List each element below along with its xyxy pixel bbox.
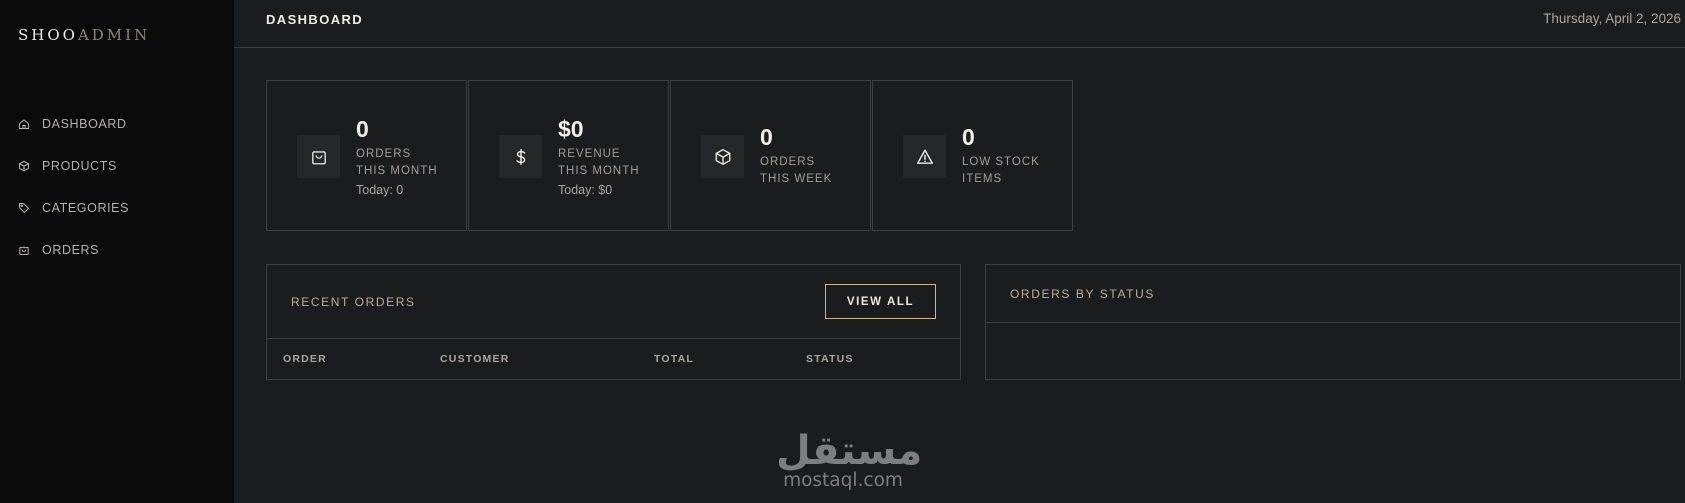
sidebar-item-products[interactable]: PRODUCTS (0, 145, 234, 187)
sidebar-item-label: ORDERS (42, 243, 100, 257)
watermark-latin: mostaql.com (783, 470, 903, 491)
sidebar-nav: DASHBOARD PRODUCTS CATEGORIES ORDERS (0, 103, 234, 271)
current-date: Thursday, April 2, 2026 (1543, 11, 1681, 26)
stat-label-line2: THIS MONTH (558, 165, 640, 177)
column-header-status[interactable]: STATUS (806, 353, 854, 365)
stat-value: 0 (962, 124, 975, 150)
stat-label: LOW STOCK ITEMS (962, 154, 1040, 188)
orders-by-status-title: ORDERS BY STATUS (1010, 287, 1155, 301)
warning-icon (916, 149, 933, 164)
stat-today: Today: 0 (356, 183, 404, 197)
stat-label-line1: LOW STOCK (962, 156, 1040, 168)
table-header-row: ORDER CUSTOMER TOTAL STATUS (267, 338, 960, 378)
stat-value: $0 (558, 116, 584, 142)
brand-logo-secondary: ADMIN (77, 26, 151, 44)
brand-logo[interactable]: SHOOADMIN (18, 26, 150, 44)
stat-label: ORDERS THIS MONTH (356, 146, 438, 180)
sidebar: SHOOADMIN DASHBOARD PRODUCTS CATEGORIES … (0, 0, 234, 503)
stat-value: 0 (760, 124, 773, 150)
stat-text: 0 LOW STOCK ITEMS (962, 122, 1040, 188)
orders-by-status-panel: ORDERS BY STATUS (985, 264, 1681, 380)
sidebar-item-label: CATEGORIES (42, 201, 130, 215)
top-bar: DASHBOARD Thursday, April 2, 2026 (234, 0, 1685, 48)
stat-card-orders-month: 0 ORDERS THIS MONTH Today: 0 (266, 80, 467, 231)
sidebar-item-categories[interactable]: CATEGORIES (0, 187, 234, 229)
stat-text: $0 REVENUE THIS MONTH Today: $0 (558, 114, 640, 197)
stat-text: 0 ORDERS THIS WEEK (760, 122, 832, 188)
stat-icon-box (499, 135, 542, 178)
recent-orders-title: RECENT ORDERS (291, 295, 416, 309)
watermark: مستقل mostaql.com (776, 427, 923, 491)
watermark-arabic: مستقل (776, 428, 923, 474)
shopping-bag-icon (19, 246, 29, 256)
recent-orders-panel: RECENT ORDERS VIEW ALL ORDER CUSTOMER TO… (266, 264, 961, 380)
stat-label: REVENUE THIS MONTH (558, 146, 640, 180)
column-header-total[interactable]: TOTAL (654, 353, 694, 365)
stat-icon-box (903, 135, 946, 178)
stat-card-low-stock: 0 LOW STOCK ITEMS (872, 80, 1073, 231)
stat-label-line2: THIS MONTH (356, 165, 438, 177)
sidebar-item-label: DASHBOARD (42, 117, 127, 131)
stat-label-line1: ORDERS (760, 156, 816, 168)
stat-label: ORDERS THIS WEEK (760, 154, 832, 188)
stat-icon-box (701, 135, 744, 178)
view-all-button[interactable]: VIEW ALL (825, 284, 936, 319)
sidebar-item-label: PRODUCTS (42, 159, 117, 173)
box-icon (715, 148, 730, 165)
stat-label-line2: ITEMS (962, 173, 1003, 185)
tag-icon (18, 202, 30, 214)
dollar-icon (515, 148, 525, 165)
shopping-bag-icon (311, 150, 326, 164)
stat-label-line1: REVENUE (558, 148, 621, 160)
sidebar-item-dashboard[interactable]: DASHBOARD (0, 103, 234, 145)
stat-text: 0 ORDERS THIS MONTH Today: 0 (356, 114, 438, 197)
box-icon (18, 160, 30, 172)
brand-logo-primary: SHOO (18, 26, 78, 44)
stat-icon-box (297, 135, 340, 178)
stat-label-line1: ORDERS (356, 148, 412, 160)
sidebar-item-orders[interactable]: ORDERS (0, 229, 234, 271)
stat-today: Today: $0 (558, 183, 613, 197)
column-header-order[interactable]: ORDER (283, 353, 327, 365)
stat-card-revenue-month: $0 REVENUE THIS MONTH Today: $0 (468, 80, 669, 231)
stat-value: 0 (356, 116, 369, 142)
column-header-customer[interactable]: CUSTOMER (440, 353, 510, 365)
stat-card-orders-week: 0 ORDERS THIS WEEK (670, 80, 871, 231)
panel-divider (986, 322, 1680, 323)
home-icon (18, 119, 30, 130)
stat-label-line2: THIS WEEK (760, 173, 833, 185)
page-title: DASHBOARD (266, 12, 364, 27)
